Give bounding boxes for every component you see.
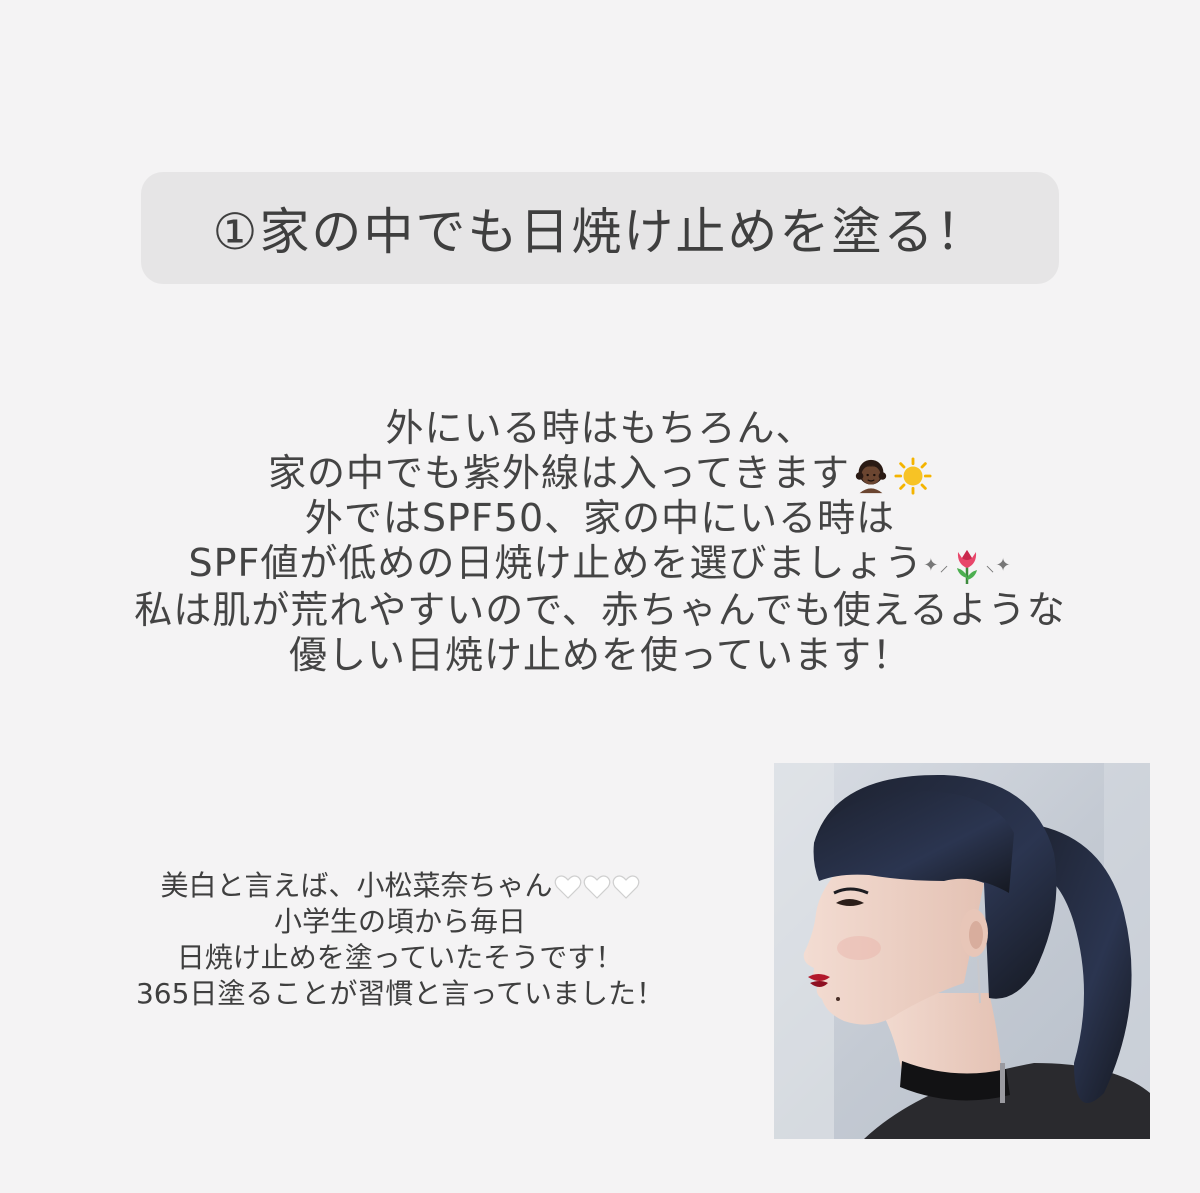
white-heart-icon <box>583 875 610 899</box>
girl-emoji-icon <box>855 459 887 493</box>
white-heart-icon <box>554 875 581 899</box>
main-line-1: 外にいる時はもちろん、 <box>385 406 815 450</box>
main-text-block: 外にいる時はもちろん、 家の中でも紫外線は入ってきます 外ではSPF50、家の中… <box>0 406 1200 678</box>
sub-text-block: 美白と言えば、小松菜奈ちゃん 小学生の頃から毎日 日焼け止めを塗っていたそうです… <box>60 868 740 1012</box>
sub-line-3: 日焼け止めを塗っていたそうです！ <box>176 941 624 974</box>
main-line-3: 外ではSPF50、家の中にいる時は <box>304 496 896 540</box>
main-line-2: 家の中でも紫外線は入ってきます <box>0 451 1200 496</box>
sparkles-icon: ⸜✦ <box>985 555 1012 576</box>
title-box: ①家の中でも日焼け止めを塗る！ <box>141 172 1059 284</box>
portrait-illustration <box>774 763 1150 1139</box>
main-line-5: 私は肌が荒れやすいので、赤ちゃんでも使えるような <box>134 588 1066 632</box>
sun-emoji-icon <box>894 456 932 495</box>
sub-line-2: 小学生の頃から毎日 <box>273 905 526 938</box>
main-line-4: SPF値が低めの日焼け止めを選びましょう✦⸝ ⸜✦ <box>188 541 1012 585</box>
tulip-emoji-icon <box>957 549 978 584</box>
page-title: ①家の中でも日焼け止めを塗る！ <box>212 203 988 261</box>
portrait-photo <box>774 763 1150 1139</box>
sub-line-4: 365日塗ることが習慣と言っていました！ <box>135 977 665 1010</box>
sub-line-1: 美白と言えば、小松菜奈ちゃん <box>60 868 740 904</box>
main-line-6: 優しい日焼け止めを使っています！ <box>288 633 912 677</box>
sparkles-icon: ✦⸝ <box>923 555 950 576</box>
white-heart-icon <box>612 875 639 899</box>
